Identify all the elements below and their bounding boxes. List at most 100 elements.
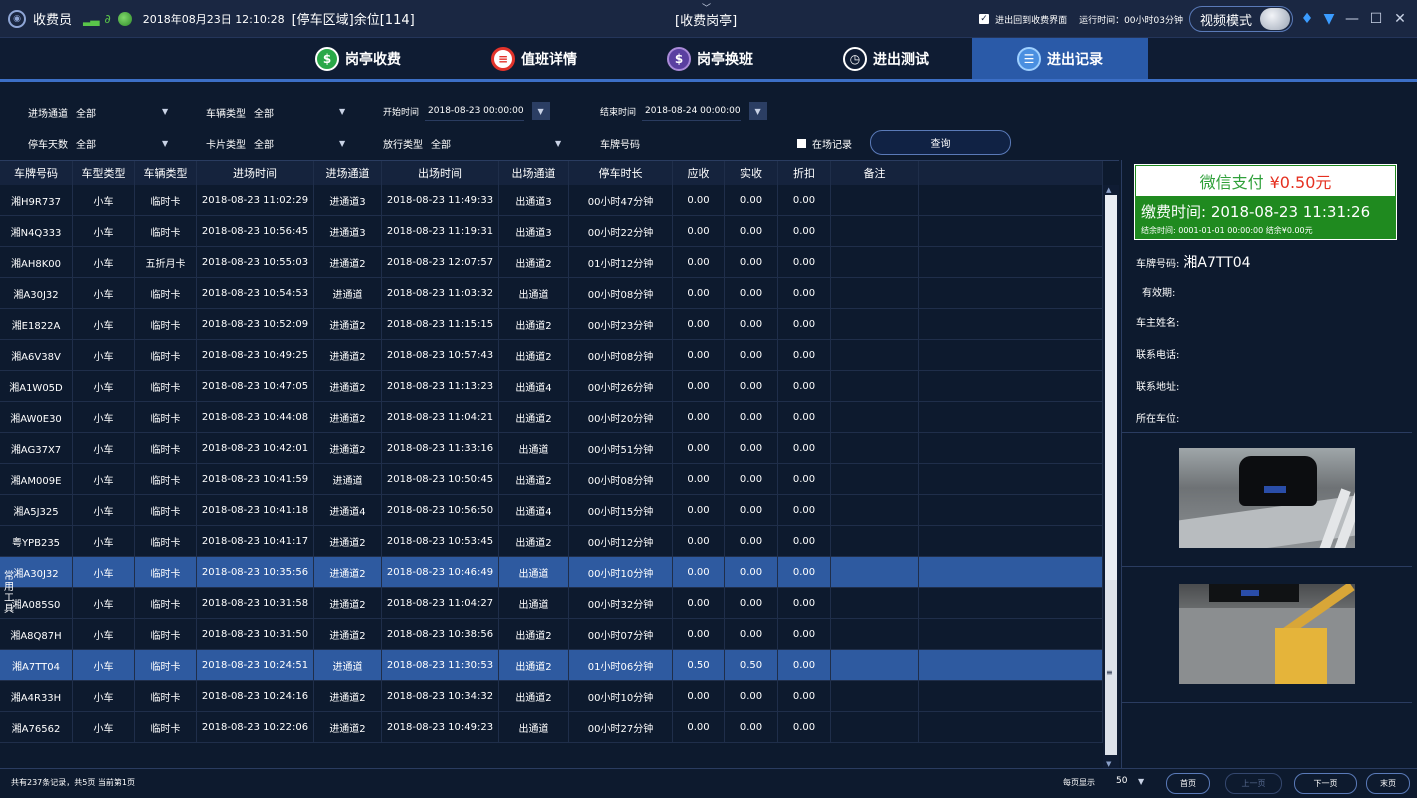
end-time-value[interactable]: 2018-08-24 00:00:00 <box>642 101 741 121</box>
page-size-select[interactable]: 50 <box>1116 776 1127 786</box>
table-cell <box>919 495 1103 525</box>
table-cell: 进通道2 <box>314 371 382 401</box>
column-header[interactable]: 进场通道 <box>314 161 382 185</box>
plate-search-field[interactable]: 车牌号码 <box>600 132 766 154</box>
table-row[interactable]: 湘AW0E30 小车 临时卡 2018-08-23 10:44:08 进通道2 2018-… <box>0 402 1103 433</box>
column-header[interactable]: 出场时间 <box>382 161 499 185</box>
table-cell: 2018-08-23 11:04:27 <box>382 588 499 618</box>
first-page-button[interactable]: 首页 <box>1166 773 1210 794</box>
table-cell: 0.50 <box>725 650 778 680</box>
calendar-dropdown-icon[interactable]: ▼ <box>531 102 550 120</box>
calendar-dropdown-icon[interactable]: ▼ <box>748 102 767 120</box>
column-header[interactable]: 进场时间 <box>197 161 314 185</box>
column-header[interactable] <box>919 161 1103 185</box>
table-cell: 2018-08-23 10:54:53 <box>197 278 314 308</box>
entry-lane-select[interactable]: 进场通道 全部 <box>28 101 96 123</box>
title-bar: ◉ 收费员 ▂▃ ∂ 2018年08月23日 12:10:28 [停车区域]余位… <box>0 0 1417 38</box>
scroll-thumb[interactable] <box>1105 195 1117 580</box>
exit-snapshot-image[interactable] <box>1179 584 1355 684</box>
scroll-up-icon[interactable]: ▲ <box>1106 186 1111 194</box>
table-cell: 出通道4 <box>499 371 569 401</box>
scroll-down-icon[interactable]: ▼ <box>1106 760 1111 768</box>
table-cell: 0.00 <box>778 681 831 711</box>
table-cell: 0.00 <box>725 216 778 246</box>
column-header[interactable]: 折扣 <box>778 161 831 185</box>
video-mode-toggle[interactable]: 视频模式 <box>1188 6 1293 32</box>
column-header[interactable]: 停车时长 <box>569 161 673 185</box>
vertical-scrollbar[interactable]: ▲ ≡ ▼ <box>1103 185 1119 769</box>
table-cell <box>831 557 919 587</box>
table-row[interactable]: 湘A8Q87H 小车 临时卡 2018-08-23 10:31:50 进通道2 2018-… <box>0 619 1103 650</box>
table-cell: 2018-08-23 10:31:58 <box>197 588 314 618</box>
prev-page-button[interactable]: 上一页 <box>1225 773 1282 794</box>
last-page-button[interactable]: 末页 <box>1366 773 1410 794</box>
chevron-down-icon[interactable]: ▼ <box>339 107 345 116</box>
minimize-icon[interactable]: — <box>1343 11 1361 27</box>
booth-title: [收费岗亭] <box>675 14 738 29</box>
tab-booth-charge[interactable]: $ 岗亭收费 <box>270 38 446 79</box>
end-time-field[interactable]: 结束时间 2018-08-24 00:00:00 ▼ <box>600 100 767 122</box>
chevron-down-icon[interactable]: ▼ <box>339 139 345 148</box>
table-cell <box>831 278 919 308</box>
park-days-select[interactable]: 停车天数 全部 <box>28 132 96 154</box>
vehicle-type-select[interactable]: 车辆类型 全部 <box>206 101 274 123</box>
table-row[interactable]: 湘A30J32 小车 临时卡 2018-08-23 10:54:53 进通道 2018-0… <box>0 278 1103 309</box>
table-cell <box>919 464 1103 494</box>
common-tools-tab[interactable]: 常用工具 <box>2 571 16 615</box>
table-row[interactable]: 湘A30J32 小车 临时卡 2018-08-23 10:35:56 进通道2 2018-… <box>0 557 1103 588</box>
close-icon[interactable]: ✕ <box>1391 11 1409 27</box>
table-row[interactable]: 湘A76562 小车 临时卡 2018-08-23 10:22:06 进通道2 2018-… <box>0 712 1103 743</box>
checkbox-box[interactable] <box>797 138 806 148</box>
tab-shift-change[interactable]: $ 岗亭换班 <box>622 38 798 79</box>
column-header[interactable]: 车型类型 <box>73 161 135 185</box>
next-page-button[interactable]: 下一页 <box>1294 773 1357 794</box>
table-cell: 0.00 <box>725 309 778 339</box>
table-cell <box>919 681 1103 711</box>
chevron-down-icon[interactable]: ▼ <box>162 139 168 148</box>
maximize-icon[interactable]: ☐ <box>1367 11 1385 27</box>
plate-search-input[interactable] <box>646 134 766 152</box>
tab-duty-details[interactable]: ≡ 值班详情 <box>446 38 622 79</box>
skin-icon[interactable]: ▼ <box>1321 11 1337 27</box>
column-header[interactable]: 实收 <box>725 161 778 185</box>
entry-snapshot-image[interactable] <box>1179 448 1355 548</box>
table-row[interactable]: 湘A1W05D 小车 临时卡 2018-08-23 10:47:05 进通道2 2018-… <box>0 371 1103 402</box>
tab-entry-exit-records[interactable]: ☰ 进出记录 <box>972 38 1148 79</box>
column-header[interactable]: 车辆类型 <box>135 161 197 185</box>
table-row[interactable]: 粤YPB235 小车 临时卡 2018-08-23 10:41:17 进通道2 2018-… <box>0 526 1103 557</box>
column-header[interactable]: 备注 <box>831 161 919 185</box>
table-row[interactable]: 湘A5J325 小车 临时卡 2018-08-23 10:41:18 进通道4 2018-… <box>0 495 1103 526</box>
table-row[interactable]: 湘A7TT04 小车 临时卡 2018-08-23 10:24:51 进通道 2018-0… <box>0 650 1103 681</box>
column-header[interactable]: 车牌号码 <box>0 161 73 185</box>
table-row[interactable]: 湘A6V38V 小车 临时卡 2018-08-23 10:49:25 进通道2 2018-… <box>0 340 1103 371</box>
table-cell: 00小时07分钟 <box>569 619 673 649</box>
table-row[interactable]: 湘AM009E 小车 临时卡 2018-08-23 10:41:59 进通道 2018-0… <box>0 464 1103 495</box>
table-cell: 临时卡 <box>135 588 197 618</box>
column-header[interactable]: 应收 <box>673 161 725 185</box>
chevron-down-icon[interactable]: ▼ <box>555 139 561 148</box>
table-row[interactable]: 湘A085S0 小车 临时卡 2018-08-23 10:31:58 进通道2 2018-… <box>0 588 1103 619</box>
table-cell: 出通道4 <box>499 495 569 525</box>
start-time-value[interactable]: 2018-08-23 00:00:00 <box>425 101 524 121</box>
bulb-icon[interactable]: ♦ <box>1299 11 1315 27</box>
table-cell: 2018-08-23 11:30:53 <box>382 650 499 680</box>
release-type-select[interactable]: 放行类型 全部 <box>383 132 451 154</box>
start-time-field[interactable]: 开始时间 2018-08-23 00:00:00 ▼ <box>383 100 550 122</box>
table-row[interactable]: 湘N4Q333 小车 临时卡 2018-08-23 10:56:45 进通道3 2018-… <box>0 216 1103 247</box>
chevron-down-icon[interactable]: ▼ <box>1138 777 1144 786</box>
in-lot-label: 在场记录 <box>812 139 852 151</box>
table-row[interactable]: 湘AH8K00 小车 五折月卡 2018-08-23 10:55:03 进通道2 2018… <box>0 247 1103 278</box>
query-button[interactable]: 查询 <box>870 130 1011 155</box>
column-header[interactable]: 出场通道 <box>499 161 569 185</box>
card-type-select[interactable]: 卡片类型 全部 <box>206 132 274 154</box>
table-row[interactable]: 湘AG37X7 小车 临时卡 2018-08-23 10:42:01 进通道2 2018-… <box>0 433 1103 464</box>
in-lot-checkbox[interactable]: 在场记录 <box>797 132 852 154</box>
table-row[interactable]: 湘A4R33H 小车 临时卡 2018-08-23 10:24:16 进通道2 2018-… <box>0 681 1103 712</box>
table-cell: 00小时15分钟 <box>569 495 673 525</box>
chevron-down-icon[interactable]: ▼ <box>162 107 168 116</box>
table-row[interactable]: 湘H9R737 小车 临时卡 2018-08-23 11:02:29 进通道3 2018-… <box>0 185 1103 216</box>
table-cell: 2018-08-23 10:49:23 <box>382 712 499 742</box>
tab-entry-exit-test[interactable]: ◷ 进出测试 <box>798 38 974 79</box>
table-row[interactable]: 湘E1822A 小车 临时卡 2018-08-23 10:52:09 进通道2 2018-… <box>0 309 1103 340</box>
return-checkbox[interactable]: ✓ <box>979 14 990 24</box>
